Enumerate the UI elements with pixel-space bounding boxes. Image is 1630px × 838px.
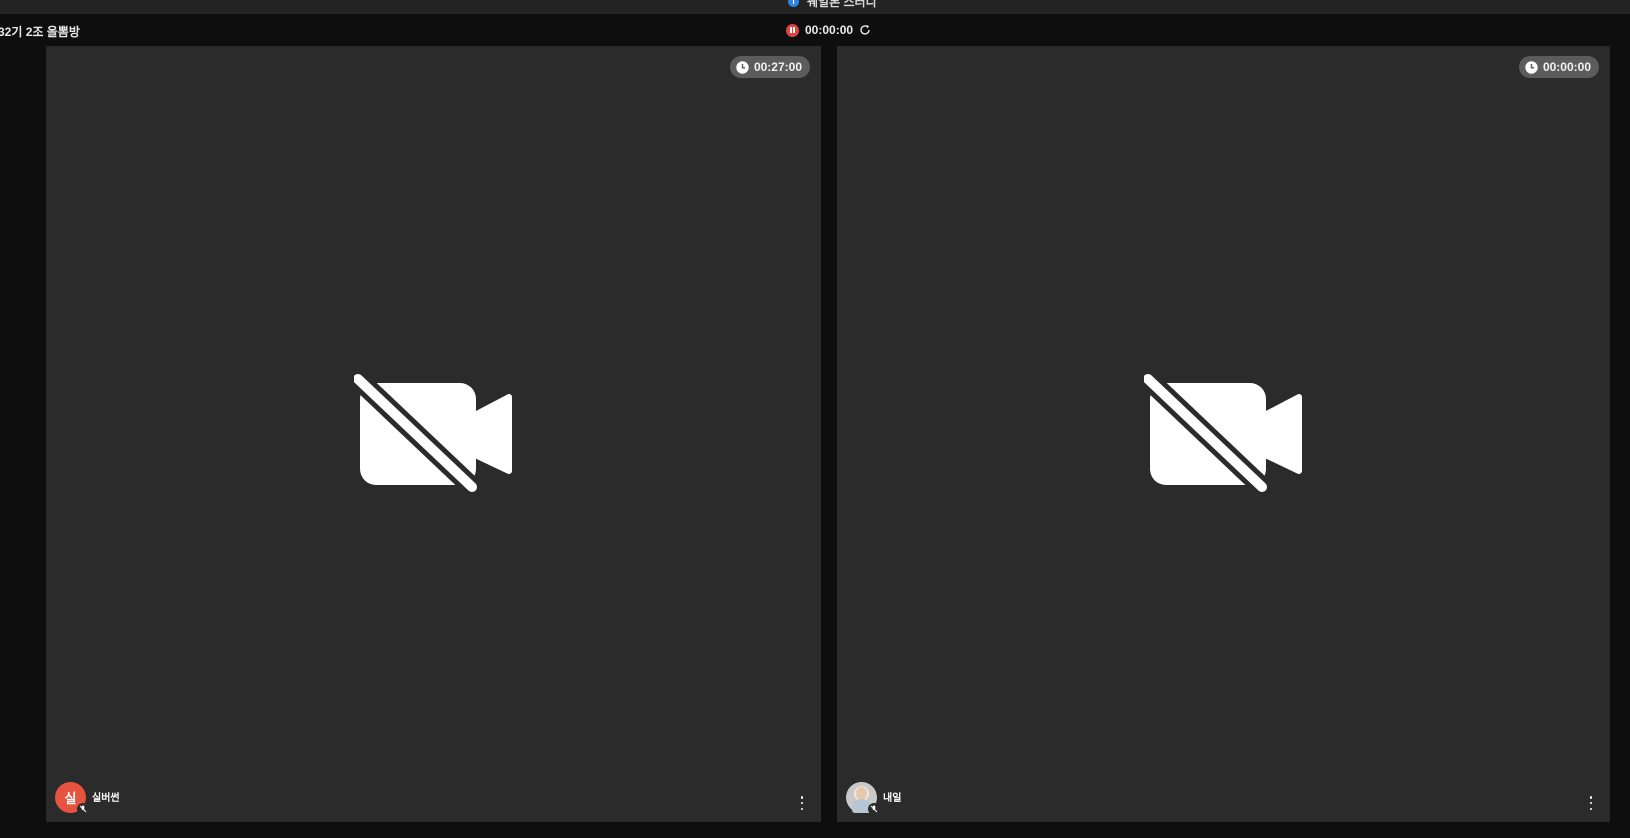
- more-dot: [800, 807, 804, 810]
- avatar-initial: 실: [64, 791, 77, 806]
- participant-name: 실버썬: [92, 792, 120, 804]
- mic-off-icon: [77, 803, 89, 815]
- participant-info: 실 실버썬: [55, 782, 120, 815]
- study-time-badge: 00:27:00: [729, 56, 810, 78]
- camera-off-icon: [1143, 374, 1302, 494]
- study-time-text: 00:27:00: [753, 60, 802, 74]
- avatar: [846, 782, 880, 815]
- session-timer: 00:00:00: [786, 23, 871, 37]
- top-bar: i 꿰일론 스터디: [0, 0, 1630, 14]
- more-dot: [1589, 807, 1593, 810]
- more-dot: [1589, 801, 1593, 805]
- topbar-title: 꿰일론 스터디: [807, 0, 877, 9]
- more-dot: [1589, 796, 1593, 799]
- video-tile[interactable]: 00:27:00 실 실버썬: [46, 46, 821, 822]
- camera-off-icon: [353, 374, 512, 494]
- room-title: 32기 2조 올뽐방: [0, 25, 80, 39]
- more-options-button[interactable]: [1586, 796, 1596, 810]
- clock-icon: [736, 60, 749, 74]
- mic-off-icon: [868, 803, 880, 815]
- avatar: 실: [55, 782, 89, 815]
- more-dot: [800, 801, 804, 805]
- info-icon[interactable]: i: [788, 0, 799, 7]
- pause-record-icon[interactable]: [786, 23, 799, 37]
- more-dot: [800, 796, 804, 799]
- video-tile[interactable]: 00:00:00 내일: [837, 46, 1610, 822]
- participant-info: 내일: [846, 782, 902, 815]
- clock-icon: [1525, 60, 1538, 74]
- session-timer-text: 00:00:00: [805, 23, 854, 37]
- study-time-text: 00:00:00: [1542, 60, 1591, 74]
- participant-name: 내일: [883, 792, 902, 804]
- topbar-title-group: i 꿰일론 스터디: [788, 0, 877, 10]
- study-time-badge: 00:00:00: [1518, 56, 1599, 78]
- more-options-button[interactable]: [797, 796, 807, 810]
- refresh-icon[interactable]: [859, 24, 871, 36]
